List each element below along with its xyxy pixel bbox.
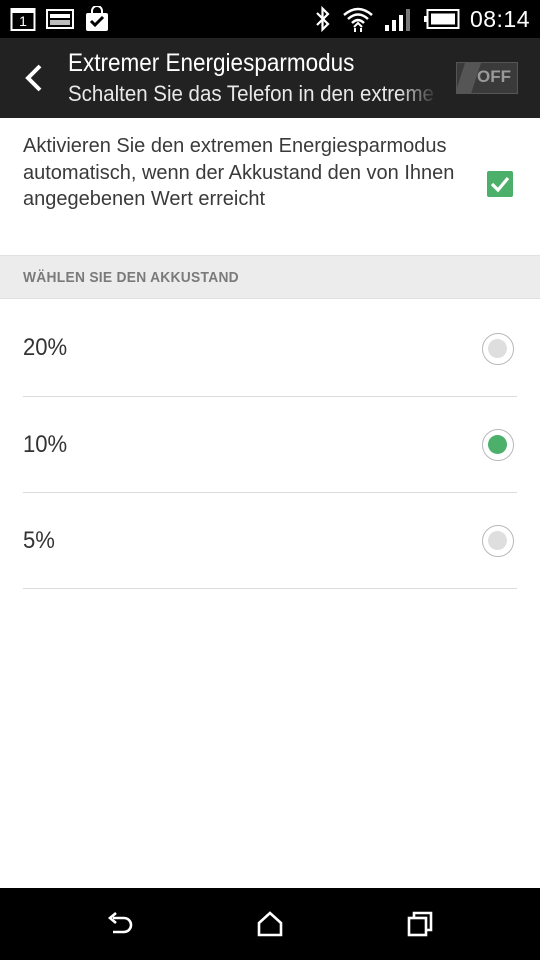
radio-dot [488,435,507,454]
battery-level-option[interactable]: 10% [0,397,540,493]
nav-home-button[interactable] [252,906,288,942]
back-button[interactable] [16,58,52,98]
system-icons: 08:14 [314,4,530,34]
wifi-icon [342,5,374,33]
auto-activate-row[interactable]: Aktivieren Sie den extremen Energiesparm… [0,118,540,255]
shopping-bag-check-icon [84,5,110,32]
action-bar-titles: Extremer Energiesparmodus Schalten Sie d… [68,47,434,109]
signal-icon [384,6,414,32]
radio-button[interactable] [482,429,514,461]
radio-dot [488,531,507,550]
divider [23,588,517,589]
radio-button[interactable] [482,333,514,365]
nav-recent-apps-button[interactable] [402,906,438,942]
auto-activate-text: Aktivieren Sie den extremen Energiesparm… [23,135,455,210]
navigation-bar [0,888,540,960]
action-bar: Extremer Energiesparmodus Schalten Sie d… [0,38,540,118]
option-label: 10% [23,431,68,458]
status-bar: 1 08:14 [0,0,540,38]
option-label: 20% [23,334,68,361]
option-label: 5% [23,527,55,554]
section-header-label: WÄHLEN SIE DEN AKKUSTAND [23,269,239,286]
card-icon [46,8,74,30]
nav-back-button[interactable] [102,906,138,942]
radio-dot [488,339,507,358]
calendar-icon: 1 [10,6,36,32]
battery-icon [423,8,460,30]
page-subtitle: Schalten Sie das Telefon in den extremen… [68,81,434,106]
checkmark-icon [490,176,510,193]
power-saver-toggle[interactable]: OFF [456,62,518,94]
calendar-day: 1 [19,13,27,29]
auto-activate-checkbox[interactable] [487,171,513,197]
battery-level-option[interactable]: 5% [0,493,540,589]
chevron-left-icon [25,64,42,92]
battery-level-option[interactable]: 20% [0,300,540,396]
notification-icons: 1 [10,5,110,33]
section-header: WÄHLEN SIE DEN AKKUSTAND [0,255,540,299]
subtitle-fade [398,72,438,112]
recent-apps-icon [407,911,433,937]
toggle-label: OFF [477,67,511,86]
radio-button[interactable] [482,525,514,557]
page-title: Extremer Energiesparmodus [68,49,355,77]
home-icon [257,911,283,937]
back-icon [107,912,133,934]
bluetooth-icon [314,5,332,33]
clock: 08:14 [469,5,530,32]
